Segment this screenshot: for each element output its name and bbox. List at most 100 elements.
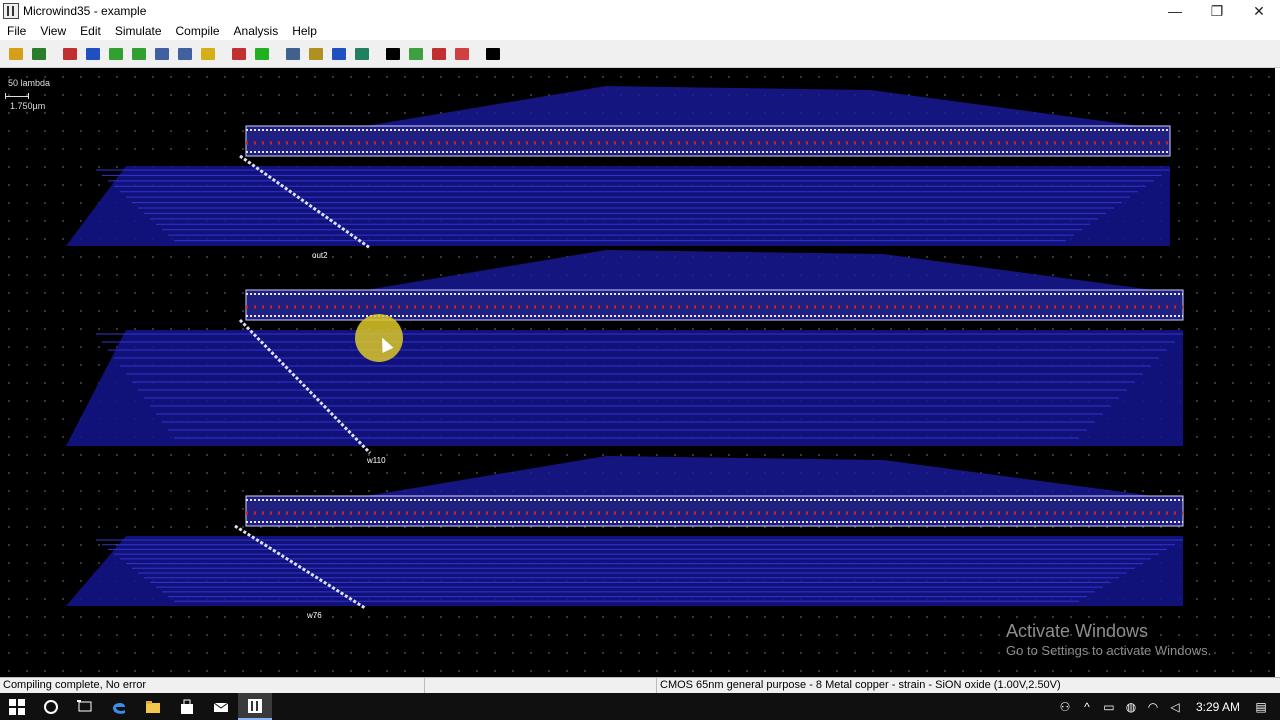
- routing-region: [66, 166, 1170, 246]
- mail-button[interactable]: [204, 693, 238, 720]
- zoom-in-button[interactable]: [151, 43, 173, 65]
- status-bar: Compiling complete, No error CMOS 65nm g…: [0, 677, 1280, 693]
- stretch-icon: [132, 47, 146, 60]
- upper-routing: [366, 250, 1153, 290]
- mos-characteristics-icon: [286, 47, 300, 60]
- draw-box-button[interactable]: [59, 43, 81, 65]
- menu-help[interactable]: Help: [285, 24, 324, 38]
- minimize-button[interactable]: —: [1154, 0, 1196, 22]
- edge-icon: [113, 702, 125, 714]
- layers-button[interactable]: [451, 43, 473, 65]
- cross-section-button[interactable]: [228, 43, 250, 65]
- analysis-icon: [432, 47, 446, 60]
- scale-micron-label: 1.750µm: [10, 101, 46, 111]
- zoom-in-icon: [155, 47, 169, 60]
- file-explorer-button[interactable]: [136, 693, 170, 720]
- store-bag-icon: [181, 699, 193, 714]
- task-view-icon: [77, 699, 92, 711]
- copy-button[interactable]: [105, 43, 127, 65]
- process-view-icon: [309, 47, 323, 60]
- clock[interactable]: 3:29 AM: [1186, 700, 1250, 714]
- volume-icon[interactable]: ◁: [1164, 700, 1186, 714]
- notifications-icon[interactable]: ▤: [1250, 700, 1272, 714]
- store-button[interactable]: [170, 693, 204, 720]
- navigate-icon: [486, 47, 500, 60]
- 3d-view-icon: [332, 47, 346, 60]
- activation-watermark-title: Activate Windows: [1006, 621, 1149, 641]
- zoom-out-button[interactable]: [174, 43, 196, 65]
- mos-characteristics-button[interactable]: [282, 43, 304, 65]
- toolbar: [0, 40, 1280, 68]
- layout-drawing: out2 w110 w76: [66, 86, 1184, 620]
- open-icon: [9, 47, 23, 60]
- system-tray: ⚇ ^ ▭ ◍ ◠ ◁ 3:29 AM ▤: [1054, 693, 1280, 720]
- save-icon: [32, 47, 46, 60]
- microwind-taskbar-button[interactable]: [238, 693, 272, 720]
- open-button[interactable]: [5, 43, 27, 65]
- network-status-icon[interactable]: ◍: [1120, 700, 1142, 714]
- mail-icon: [213, 702, 229, 712]
- node-label: w76: [306, 611, 322, 620]
- cortana-circle-icon: [44, 699, 58, 714]
- simulate-button[interactable]: [251, 43, 273, 65]
- 3d-view-button[interactable]: [328, 43, 350, 65]
- menu-edit[interactable]: Edit: [73, 24, 108, 38]
- restore-button[interactable]: ❐: [1196, 0, 1238, 22]
- menu-simulate[interactable]: Simulate: [108, 24, 169, 38]
- menu-analysis[interactable]: Analysis: [227, 24, 286, 38]
- windows-logo-icon: [9, 698, 25, 715]
- design-rule-button[interactable]: [351, 43, 373, 65]
- node-label: w110: [366, 456, 386, 465]
- design-rule-icon: [355, 47, 369, 60]
- connect-layers-button[interactable]: [82, 43, 104, 65]
- technology-info: CMOS 65nm general purpose - 8 Metal copp…: [660, 679, 1061, 691]
- title-bar: Microwind35 - example — ❐ ✕: [0, 0, 1280, 22]
- layers-icon: [455, 47, 469, 60]
- copy-icon: [109, 47, 123, 60]
- layout-canvas[interactable]: out2 w110 w76 50 lambda 1.750µm Activate W…: [0, 68, 1275, 677]
- people-icon[interactable]: ⚇: [1054, 700, 1076, 714]
- status-coordinates: [425, 678, 657, 693]
- microwind-app-icon: [248, 698, 262, 713]
- properties-button[interactable]: [405, 43, 427, 65]
- stretch-button[interactable]: [128, 43, 150, 65]
- menu-file[interactable]: File: [0, 24, 33, 38]
- draw-box-icon: [63, 47, 77, 60]
- wifi-icon[interactable]: ◠: [1142, 700, 1164, 714]
- measure-icon: [201, 47, 215, 60]
- status-message: Compiling complete, No error: [0, 678, 425, 693]
- window-title: Microwind35 - example: [23, 4, 147, 18]
- edge-browser-button[interactable]: [102, 693, 136, 720]
- activation-watermark-text: Go to Settings to activate Windows.: [1006, 643, 1212, 658]
- save-button[interactable]: [28, 43, 50, 65]
- process-view-button[interactable]: [305, 43, 327, 65]
- start-button[interactable]: [0, 693, 34, 720]
- upper-routing: [366, 456, 1153, 496]
- analysis-button[interactable]: [428, 43, 450, 65]
- close-button[interactable]: ✕: [1238, 0, 1280, 22]
- cross-section-icon: [232, 47, 246, 60]
- task-view-button[interactable]: [68, 693, 102, 720]
- menu-compile[interactable]: Compile: [169, 24, 227, 38]
- show-hidden-icons-icon[interactable]: ^: [1076, 700, 1098, 714]
- text-button[interactable]: [382, 43, 404, 65]
- battery-icon[interactable]: ▭: [1098, 700, 1120, 714]
- node-label: out2: [312, 251, 328, 260]
- properties-icon: [409, 47, 423, 60]
- scale-label: 50 lambda: [8, 78, 51, 88]
- text-icon: [386, 47, 400, 60]
- zoom-out-icon: [178, 47, 192, 60]
- measure-button[interactable]: [197, 43, 219, 65]
- routing-region: [66, 536, 1183, 606]
- menu-view[interactable]: View: [33, 24, 73, 38]
- app-icon: [3, 3, 19, 19]
- menu-bar: File View Edit Simulate Compile Analysis…: [0, 22, 1280, 40]
- scale-bar: [5, 93, 29, 99]
- search-button[interactable]: [34, 693, 68, 720]
- upper-routing: [366, 86, 1140, 126]
- taskbar: ⚇ ^ ▭ ◍ ◠ ◁ 3:29 AM ▤: [0, 693, 1280, 720]
- simulate-icon: [255, 47, 269, 60]
- routing-region: [66, 330, 1183, 446]
- navigate-button[interactable]: [482, 43, 504, 65]
- connect-layers-icon: [86, 47, 100, 60]
